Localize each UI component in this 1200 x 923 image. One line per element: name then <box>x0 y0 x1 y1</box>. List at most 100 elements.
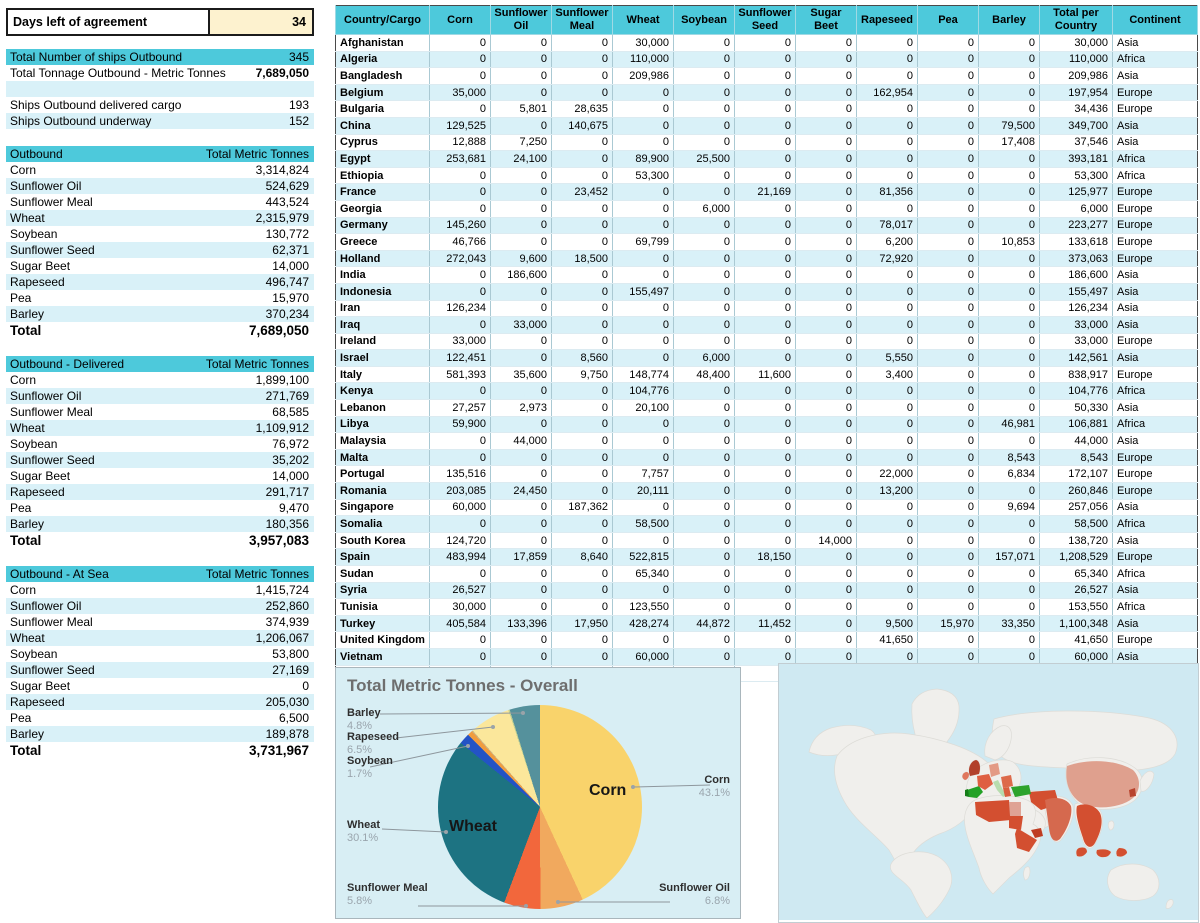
tonnage-cell: 0 <box>490 631 552 649</box>
cargo-row: Corn 1,415,724 <box>6 582 314 598</box>
cargo-name: Sunflower Meal <box>10 195 93 209</box>
tonnage-cell: 0 <box>917 515 979 533</box>
days-left-value: 34 <box>210 10 312 34</box>
tonnage-cell: 15,970 <box>917 615 979 633</box>
tonnage-cell: 0 <box>490 598 552 616</box>
tonnage-cell: 0 <box>978 200 1040 218</box>
continent-cell: Europe <box>1112 465 1198 484</box>
tonnage-cell: 0 <box>429 51 491 69</box>
map-region-balkans <box>1001 775 1013 788</box>
continent-cell: Asia <box>1112 532 1198 550</box>
tonnage-cell: 79,500 <box>978 117 1040 135</box>
tonnage-cell: 0 <box>490 515 552 533</box>
total-label: Total <box>10 743 42 758</box>
tonnage-cell: 0 <box>673 250 735 268</box>
tonnage-cell: 0 <box>551 51 613 69</box>
table-row: Libya 59,900 0 0 0 0 0 0 0 0 46,981 106,881 Africa <box>335 416 1198 434</box>
summary-row <box>6 81 314 97</box>
table-row: France 0 0 23,452 0 0 21,169 0 81,356 0 0 125,977 Eu… <box>335 183 1198 201</box>
tonnage-cell: 0 <box>490 382 552 401</box>
tonnage-cell: 0 <box>551 399 613 417</box>
tonnage-cell: 1,100,348 <box>1039 615 1113 633</box>
tonnage-cell: 0 <box>917 34 979 52</box>
cargo-tonnage: 130,772 <box>265 227 309 241</box>
tonnage-cell: 0 <box>673 582 735 600</box>
country-cell: Syria <box>335 582 430 600</box>
tonnage-cell: 0 <box>490 283 552 301</box>
tonnage-cell: 428,274 <box>612 615 674 633</box>
tonnage-cell: 0 <box>856 416 918 434</box>
tonnage-cell: 0 <box>917 150 979 168</box>
tonnage-cell: 0 <box>734 565 796 583</box>
tonnage-cell: 46,981 <box>978 416 1040 434</box>
tonnage-cell: 0 <box>917 432 979 450</box>
continent-cell: Asia <box>1112 300 1198 318</box>
tonnage-cell: 6,000 <box>1039 200 1113 218</box>
column-header: Sugar Beet <box>795 5 857 35</box>
cargo-tonnage: 291,717 <box>265 485 309 499</box>
tonnage-cell: 0 <box>612 582 674 600</box>
tonnage-cell: 0 <box>612 100 674 118</box>
cargo-tonnage: 189,878 <box>265 727 309 741</box>
tonnage-cell: 0 <box>673 648 735 666</box>
tonnage-cell: 0 <box>551 217 613 235</box>
cargo-name: Pea <box>10 291 32 305</box>
tonnage-cell: 123,550 <box>612 598 674 616</box>
tonnage-cell: 126,234 <box>1039 300 1113 318</box>
tonnage-cell: 0 <box>612 532 674 550</box>
column-header: Sunflower Seed <box>734 5 796 35</box>
tonnage-cell: 0 <box>734 482 796 500</box>
cargo-table-title: Outbound - Delivered <box>10 357 125 371</box>
total-label: Total <box>10 533 42 548</box>
tonnage-cell: 0 <box>612 499 674 517</box>
tonnage-cell: 0 <box>429 565 491 583</box>
cargo-tonnage: 374,939 <box>265 615 309 629</box>
tonnage-cell: 0 <box>856 67 918 85</box>
tonnage-cell: 0 <box>734 316 796 334</box>
tonnage-cell: 155,497 <box>1039 283 1113 301</box>
tonnage-cell: 0 <box>673 432 735 450</box>
tonnage-cell: 0 <box>429 266 491 284</box>
tonnage-cell: 0 <box>673 598 735 616</box>
days-left-box: Days left of agreement 34 <box>6 8 314 36</box>
table-row: Bulgaria 0 5,801 28,635 0 0 0 0 0 0 0 34,436 Europe <box>335 100 1198 118</box>
tonnage-cell: 28,635 <box>551 100 613 118</box>
table-row: Somalia 0 0 0 58,500 0 0 0 0 0 0 58,500 Africa <box>335 515 1198 533</box>
tonnage-cell: 0 <box>734 333 796 351</box>
tonnage-cell: 0 <box>795 134 857 152</box>
tonnage-cell: 0 <box>795 515 857 533</box>
tonnage-cell: 0 <box>917 499 979 517</box>
tonnage-cell: 129,525 <box>429 117 491 135</box>
tonnage-cell: 0 <box>795 366 857 384</box>
country-cell: Turkey <box>335 615 430 633</box>
tonnage-cell: 0 <box>917 366 979 384</box>
continent-cell: Africa <box>1112 416 1198 434</box>
tonnage-cell: 5,801 <box>490 100 552 118</box>
continent-cell: Africa <box>1112 382 1198 401</box>
tonnage-cell: 0 <box>795 548 857 566</box>
cargo-name: Sunflower Oil <box>10 179 82 193</box>
tonnage-cell: 24,450 <box>490 482 552 500</box>
tonnage-cell: 0 <box>734 266 796 284</box>
tonnage-cell: 65,340 <box>1039 565 1113 583</box>
cargo-tonnage: 35,202 <box>272 453 309 467</box>
cargo-name: Pea <box>10 501 32 515</box>
cargo-table: Outbound - At Sea Total Metric Tonnes Corn… <box>6 566 314 759</box>
tonnage-cell: 0 <box>917 548 979 566</box>
tonnage-cell: 0 <box>978 266 1040 284</box>
tonnage-cell: 0 <box>795 200 857 218</box>
cargo-name: Sugar Beet <box>10 679 71 693</box>
tonnage-cell: 0 <box>551 582 613 600</box>
callout-sunflower-meal: Sunflower Meal 5.8% <box>347 882 428 907</box>
tonnage-cell: 162,954 <box>856 84 918 102</box>
tonnage-cell: 0 <box>551 316 613 334</box>
tonnage-cell: 0 <box>490 51 552 69</box>
tonnage-cell: 0 <box>734 515 796 533</box>
tonnage-cell: 0 <box>917 283 979 301</box>
tonnage-cell: 0 <box>429 432 491 450</box>
cargo-tonnage: 1,415,724 <box>255 583 309 597</box>
tonnage-cell: 0 <box>673 316 735 334</box>
country-cell: Iraq <box>335 316 430 334</box>
tonnage-cell: 0 <box>978 349 1040 367</box>
tonnage-cell: 0 <box>429 67 491 85</box>
